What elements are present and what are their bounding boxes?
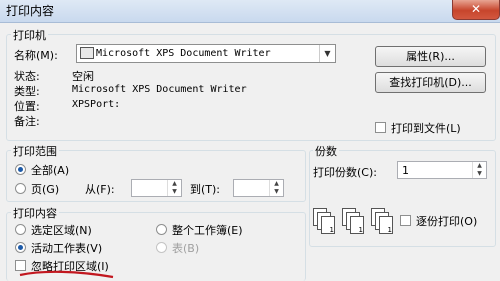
red-underline-annotation <box>19 270 114 279</box>
window-title: 打印内容 <box>6 4 55 18</box>
collate-checkbox[interactable] <box>400 215 411 226</box>
range-all-radio[interactable] <box>15 164 26 175</box>
type-label: 类型: <box>14 85 40 98</box>
range-pages-radio[interactable] <box>15 183 26 194</box>
active-sheets-label: 活动工作表(V) <box>31 242 103 255</box>
copies-spinner[interactable]: 1 ▲ ▼ <box>397 161 487 179</box>
printer-group-label: 打印机 <box>11 27 48 43</box>
find-printer-button[interactable]: 查找打印机(D)... <box>375 72 486 93</box>
properties-button[interactable]: 属性(R)... <box>375 46 486 67</box>
comment-label: 备注: <box>14 115 40 128</box>
chevron-down-icon: ▼ <box>319 45 335 62</box>
copies-count-value[interactable]: 1 <box>402 164 409 177</box>
close-button[interactable]: ✕ <box>452 0 500 20</box>
table-label: 表(B) <box>172 242 200 255</box>
printer-name-value: Microsoft XPS Document Writer <box>96 48 271 59</box>
to-label: 到(T): <box>190 183 221 196</box>
range-all-label: 全部(A) <box>31 164 70 177</box>
selection-label: 选定区域(N) <box>31 224 92 237</box>
type-value: Microsoft XPS Document Writer <box>72 84 247 95</box>
where-label: 位置: <box>14 100 40 113</box>
selection-radio[interactable] <box>15 224 26 235</box>
copies-group-label: 份数 <box>313 143 339 159</box>
printer-icon <box>80 47 94 59</box>
printer-name-label: 名称(M): <box>14 49 58 62</box>
workbook-label: 整个工作簿(E) <box>172 224 243 237</box>
print-to-file-label: 打印到文件(L) <box>391 122 461 135</box>
status-value: 空闲 <box>72 70 94 83</box>
where-value: XPSPort: <box>72 99 121 110</box>
collate-label: 逐份打印(O) <box>416 215 478 228</box>
copies-count-label: 打印份数(C): <box>313 166 377 179</box>
workbook-radio[interactable] <box>156 224 167 235</box>
from-label: 从(F): <box>85 183 115 196</box>
close-icon: ✕ <box>470 2 482 16</box>
print-range-label: 打印范围 <box>11 143 59 159</box>
print-to-file-checkbox[interactable] <box>375 122 386 133</box>
range-pages-label: 页(G) <box>31 183 60 196</box>
to-stepper[interactable]: ▲ ▼ <box>269 180 283 196</box>
copies-stepper[interactable]: ▲ ▼ <box>472 162 486 178</box>
to-spinner[interactable]: ▲ ▼ <box>233 179 284 197</box>
table-radio[interactable] <box>156 242 167 253</box>
printer-name-select[interactable]: Microsoft XPS Document Writer ▼ <box>76 44 336 63</box>
from-spinner[interactable]: ▲ ▼ <box>131 179 182 197</box>
from-stepper[interactable]: ▲ ▼ <box>167 180 181 196</box>
active-sheets-radio[interactable] <box>15 242 26 253</box>
print-what-label: 打印内容 <box>11 205 59 221</box>
title-bar: 打印内容 ✕ <box>0 0 500 23</box>
status-label: 状态: <box>14 70 40 83</box>
